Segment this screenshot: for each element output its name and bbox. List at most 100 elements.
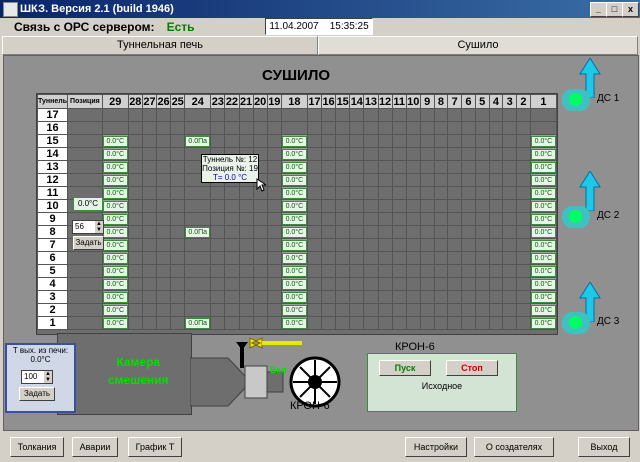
grid-cell[interactable] — [320, 277, 337, 291]
grid-cell[interactable] — [474, 199, 490, 213]
grid-cell[interactable] — [184, 264, 212, 278]
grid-cell[interactable] — [419, 303, 435, 317]
grid-cell[interactable] — [391, 199, 407, 213]
grid-cell[interactable] — [474, 251, 490, 265]
grid-cell[interactable] — [363, 316, 379, 330]
grid-cell[interactable] — [306, 173, 323, 187]
grid-cell[interactable] — [252, 303, 268, 317]
grid-cell[interactable] — [433, 264, 449, 278]
grid-cell[interactable] — [433, 147, 449, 161]
grid-cell[interactable] — [488, 303, 504, 317]
grid-cell[interactable]: 0.0°C — [529, 303, 558, 317]
grid-cell[interactable] — [141, 173, 158, 187]
grid-cell[interactable] — [252, 225, 268, 239]
grid-cell[interactable] — [320, 290, 337, 304]
grid-cell[interactable] — [461, 173, 476, 187]
grid-cell[interactable] — [184, 303, 212, 317]
grid-cell[interactable] — [377, 316, 393, 330]
grid-cell[interactable] — [447, 303, 463, 317]
grid-cell[interactable] — [184, 251, 212, 265]
output-temp-spinner[interactable]: 100 ▲ ▼ — [21, 370, 53, 384]
grid-cell[interactable] — [488, 173, 504, 187]
grid-cell[interactable] — [127, 212, 143, 226]
grid-cell[interactable] — [461, 277, 476, 291]
grid-cell[interactable] — [349, 186, 365, 200]
grid-cell[interactable] — [238, 199, 254, 213]
alarms-button[interactable]: Аварии — [72, 437, 118, 457]
set-position-button[interactable]: Задать — [73, 236, 104, 250]
grid-cell[interactable] — [488, 134, 504, 148]
grid-cell[interactable] — [349, 199, 365, 213]
grid-cell[interactable] — [502, 186, 518, 200]
grid-cell[interactable] — [516, 173, 531, 187]
grid-cell[interactable] — [433, 212, 449, 226]
grid-cell[interactable] — [433, 121, 449, 135]
grid-cell[interactable] — [224, 212, 240, 226]
grid-cell[interactable] — [349, 212, 365, 226]
grid-cell[interactable] — [391, 277, 407, 291]
grid-cell[interactable]: 0.0°C — [101, 160, 129, 174]
grid-cell[interactable] — [391, 186, 407, 200]
start-button[interactable]: Пуск — [379, 360, 431, 376]
grid-cell[interactable] — [433, 277, 449, 291]
grid-cell[interactable] — [266, 225, 282, 239]
grid-cell[interactable] — [238, 290, 254, 304]
grid-cell[interactable] — [306, 147, 323, 161]
grid-cell[interactable]: 0.0°C — [529, 134, 558, 148]
grid-cell[interactable] — [170, 121, 186, 135]
grid-cell[interactable] — [252, 121, 268, 135]
grid-cell[interactable] — [419, 225, 435, 239]
grid-cell[interactable] — [447, 212, 463, 226]
grid-cell[interactable] — [127, 316, 143, 330]
position-spinner[interactable]: 56 ▲ ▼ — [72, 220, 104, 234]
grid-cell[interactable]: 0.0°C — [529, 225, 558, 239]
grid-cell[interactable] — [101, 108, 129, 122]
grid-cell[interactable] — [447, 134, 463, 148]
grid-cell[interactable] — [335, 147, 351, 161]
grid-cell[interactable] — [141, 316, 158, 330]
grid-cell[interactable] — [447, 225, 463, 239]
grid-cell[interactable] — [320, 212, 337, 226]
grid-cell[interactable] — [377, 173, 393, 187]
grid-cell[interactable] — [335, 251, 351, 265]
grid-cell[interactable] — [349, 277, 365, 291]
grid-cell[interactable]: 0.0Па — [184, 316, 212, 330]
grid-cell[interactable] — [320, 147, 337, 161]
grid-cell[interactable] — [474, 225, 490, 239]
grid-cell[interactable] — [184, 290, 212, 304]
grid-cell[interactable] — [266, 316, 282, 330]
grid-cell[interactable] — [405, 238, 421, 252]
grid-cell[interactable] — [210, 121, 226, 135]
grid-cell[interactable] — [502, 147, 518, 161]
grid-cell[interactable]: 0.0°C — [101, 186, 129, 200]
grid-cell[interactable] — [155, 316, 172, 330]
grid-cell[interactable] — [391, 225, 407, 239]
grid-cell[interactable] — [488, 264, 504, 278]
fan-ds2[interactable] — [562, 206, 590, 228]
grid-cell[interactable] — [405, 199, 421, 213]
grid-cell[interactable] — [210, 303, 226, 317]
grid-cell[interactable] — [170, 303, 186, 317]
grid-cell[interactable] — [419, 251, 435, 265]
grid-cell[interactable] — [377, 199, 393, 213]
grid-cell[interactable] — [502, 134, 518, 148]
grid-cell[interactable] — [252, 277, 268, 291]
grid-cell[interactable] — [170, 173, 186, 187]
grid-cell[interactable] — [516, 264, 531, 278]
grid-cell[interactable] — [306, 121, 323, 135]
grid-cell[interactable] — [391, 134, 407, 148]
grid-cell[interactable] — [252, 212, 268, 226]
grid-cell[interactable] — [349, 225, 365, 239]
grid-cell[interactable]: 0.0°C — [101, 173, 129, 187]
spinner-arrows-icon[interactable]: ▲ ▼ — [95, 221, 103, 233]
grid-cell[interactable] — [238, 134, 254, 148]
pushes-button[interactable]: Толкания — [10, 437, 64, 457]
grid-cell[interactable] — [419, 173, 435, 187]
settings-button[interactable]: Настройки — [405, 437, 467, 457]
grid-cell[interactable] — [474, 108, 490, 122]
grid-cell[interactable] — [405, 316, 421, 330]
grid-cell[interactable]: 0.0°C — [101, 264, 129, 278]
grid-cell[interactable] — [210, 264, 226, 278]
grid-cell[interactable] — [141, 147, 158, 161]
grid-cell[interactable] — [516, 303, 531, 317]
